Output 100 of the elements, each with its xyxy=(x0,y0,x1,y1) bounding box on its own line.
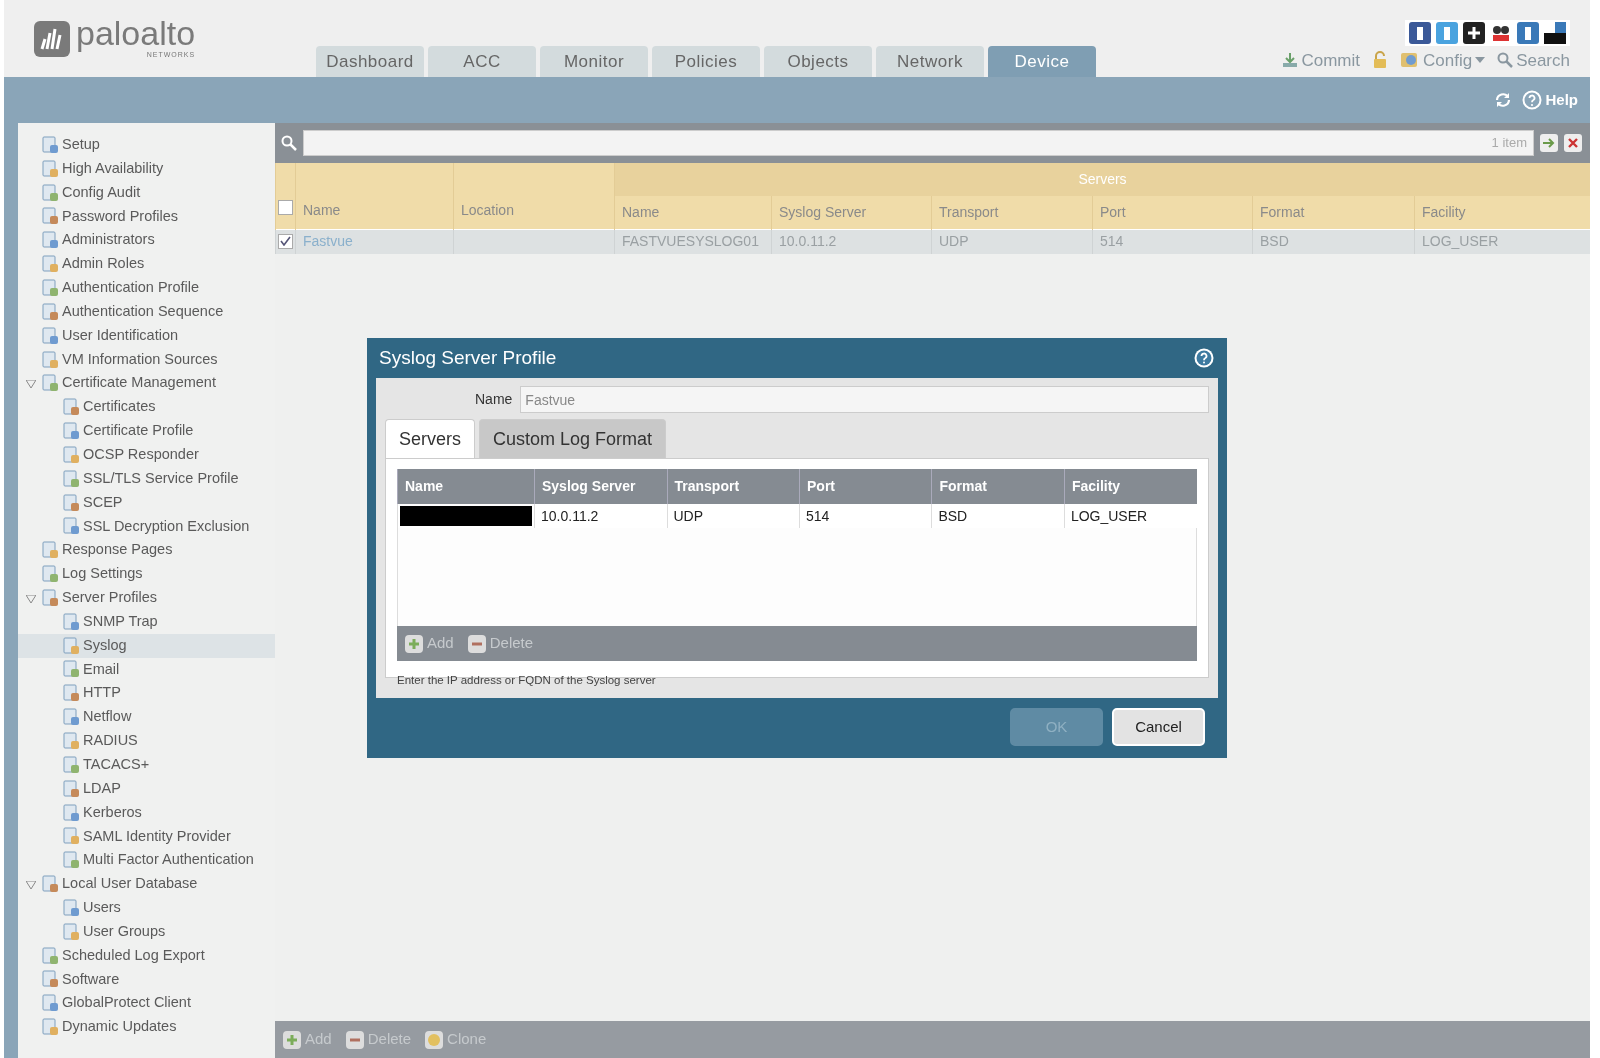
column-header: Location xyxy=(453,163,615,229)
tree-item-label[interactable]: Email xyxy=(83,658,120,681)
tree-item-label[interactable]: Log Settings xyxy=(62,563,143,585)
check-icon xyxy=(280,236,291,247)
page-icon xyxy=(62,422,80,441)
help-text: Enter the IP address or FQDN of the Syslog server xyxy=(397,673,657,688)
tree-item-label[interactable]: OCSP Responder xyxy=(83,444,199,466)
tree-item-label[interactable]: Response Pages xyxy=(62,539,173,562)
tree-item-label[interactable]: User Groups xyxy=(83,920,166,943)
column-group-header: Servers xyxy=(614,163,1590,196)
tree-item-label[interactable]: Syslog xyxy=(83,634,127,657)
help-icon[interactable] xyxy=(1193,347,1215,369)
tree-item-label[interactable]: Certificates xyxy=(83,396,156,419)
close-icon[interactable] xyxy=(1564,134,1582,152)
tree-item-label[interactable]: Admin Roles xyxy=(62,253,145,275)
nav-tab[interactable]: Objects xyxy=(764,46,872,77)
tree-item-label[interactable]: SSL/TLS Service Profile xyxy=(83,467,239,490)
name-field[interactable]: Fastvue xyxy=(520,386,1209,413)
column-header: Port xyxy=(799,469,932,504)
tree-item-label[interactable]: GlobalProtect Client xyxy=(62,992,191,1015)
tree-item-label[interactable]: RADIUS xyxy=(83,730,138,752)
tree-item-label[interactable]: SSL Decryption Exclusion xyxy=(83,515,250,538)
page-icon xyxy=(41,159,59,178)
minus-icon xyxy=(467,634,486,653)
checkbox[interactable] xyxy=(278,199,293,215)
tree-item-label[interactable]: SAML Identity Provider xyxy=(83,825,231,848)
table-cell: LOG_USER xyxy=(1422,233,1499,250)
expander-icon[interactable] xyxy=(26,380,36,389)
column-header: Facility xyxy=(1414,196,1590,229)
tree-item-label[interactable]: LDAP xyxy=(83,777,121,800)
checkbox[interactable] xyxy=(278,233,293,249)
column-header: Syslog Server xyxy=(534,469,667,504)
page-icon xyxy=(41,374,59,393)
tree-item-label[interactable]: Kerberos xyxy=(83,801,142,824)
tree-item-label[interactable]: Software xyxy=(62,968,120,991)
dialog-title: Syslog Server Profile xyxy=(379,345,557,370)
tree-item-label[interactable]: Authentication Sequence xyxy=(62,300,224,323)
table-cell: FASTVUESYSLOG01 xyxy=(622,233,759,250)
tree-item-label[interactable]: Local User Database xyxy=(62,873,198,895)
tree-item-label[interactable]: Setup xyxy=(62,134,100,156)
page-icon xyxy=(41,588,59,607)
minus-icon xyxy=(345,1030,364,1049)
dialog-tab[interactable]: Custom Log Format xyxy=(479,419,667,458)
disc-icon xyxy=(425,1030,444,1049)
tree-item-label[interactable]: Authentication Profile xyxy=(62,277,200,299)
tree-item-label[interactable]: Password Profiles xyxy=(62,205,179,228)
item-count: 1 item xyxy=(1491,134,1527,153)
column-header: Name xyxy=(397,469,535,504)
page-icon xyxy=(62,469,80,488)
nav-tab[interactable]: Monitor xyxy=(540,46,648,77)
arrow-right-icon[interactable] xyxy=(1540,134,1558,152)
expander-icon[interactable] xyxy=(26,594,36,603)
squares-icon[interactable] xyxy=(1544,22,1566,44)
nav-tab[interactable]: Network xyxy=(876,46,984,77)
cancel-button[interactable]: Cancel xyxy=(1112,708,1205,746)
page-icon xyxy=(41,565,59,584)
tree-item-label[interactable]: Certificate Management xyxy=(62,372,216,395)
tree-item-label[interactable]: User Identification xyxy=(62,324,179,347)
column-header: Facility xyxy=(1064,469,1197,504)
tree-item-label[interactable]: Netflow xyxy=(83,706,132,729)
page-icon xyxy=(62,493,80,512)
tree-item-label[interactable]: Scheduled Log Export xyxy=(62,944,205,967)
refresh-icon[interactable] xyxy=(1494,91,1513,109)
tree-item-label[interactable]: HTTP xyxy=(83,682,121,705)
tree-item-label[interactable]: Users xyxy=(83,897,121,919)
tree-item-label[interactable]: High Availability xyxy=(62,157,164,180)
table-cell: 514 xyxy=(806,507,830,524)
page-icon xyxy=(62,898,80,917)
tree-item-label[interactable]: VM Information Sources xyxy=(62,348,218,371)
page-icon xyxy=(41,541,59,560)
tree-item-highlight[interactable]: Syslog xyxy=(18,633,275,658)
tree-item-label[interactable]: Administrators xyxy=(62,229,155,252)
nav-tab[interactable]: Dashboard xyxy=(316,46,424,77)
page-icon xyxy=(62,708,80,727)
page-icon xyxy=(41,231,59,250)
page-icon xyxy=(62,445,80,464)
table-cell: BSD xyxy=(1260,233,1289,250)
tree-item-label[interactable]: Config Audit xyxy=(62,181,141,204)
column-header: Port xyxy=(1092,196,1253,229)
dialog-tab[interactable]: Servers xyxy=(385,419,475,458)
tree-item-label[interactable]: Multi Factor Authentication xyxy=(83,849,254,872)
tree-item-label[interactable]: Certificate Profile xyxy=(83,420,194,442)
tree-item-label[interactable]: SNMP Trap xyxy=(83,610,158,633)
column-header: Format xyxy=(931,469,1065,504)
tree-item-label[interactable]: Server Profiles xyxy=(62,587,158,609)
plus-icon xyxy=(283,1030,301,1049)
tree-item-label[interactable]: SCEP xyxy=(83,491,123,514)
page-icon xyxy=(41,207,59,226)
help-icon xyxy=(1522,90,1543,110)
table-cell: 514 xyxy=(1100,233,1124,250)
page-icon xyxy=(62,755,80,774)
brand-name: paloalto xyxy=(76,16,196,51)
nav-tab[interactable]: ACC xyxy=(428,46,536,77)
tree-item-label[interactable]: TACACS+ xyxy=(83,754,150,776)
table-cell: 10.0.11.2 xyxy=(541,507,599,524)
tree-item-label[interactable]: Dynamic Updates xyxy=(62,1016,177,1038)
page-icon xyxy=(62,779,80,798)
plus-icon[interactable] xyxy=(1463,22,1485,44)
expander-icon[interactable] xyxy=(26,880,36,889)
nav-tab[interactable]: Policies xyxy=(652,46,760,77)
